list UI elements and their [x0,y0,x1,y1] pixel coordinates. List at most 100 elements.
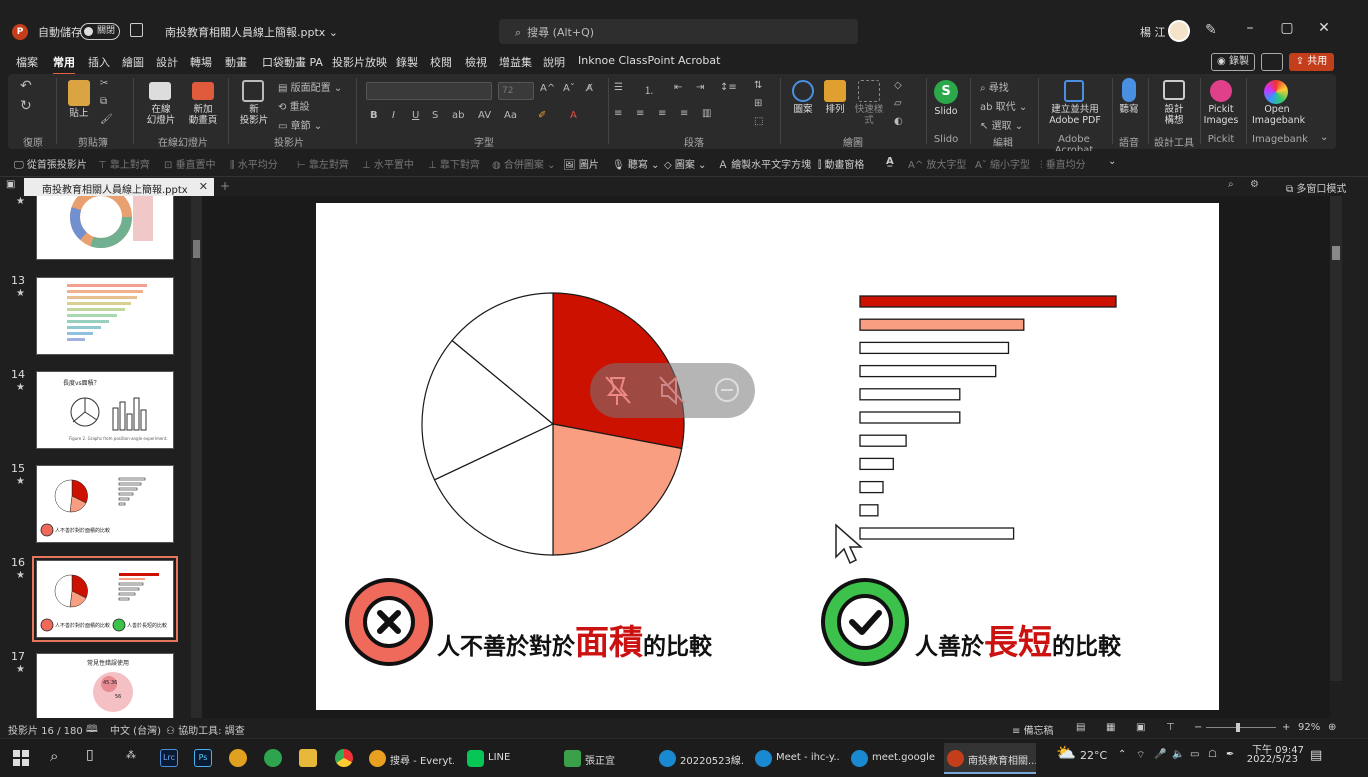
tab-record[interactable]: 錄製 [396,54,418,70]
taskbar-everything[interactable]: 搜尋 - Everyt... [366,743,454,774]
tray-expand-icon[interactable]: ⌃ [1118,749,1126,760]
slido-button[interactable]: Slido [930,106,962,117]
imagebank-icon[interactable] [1264,80,1288,104]
zoom-slider[interactable] [1206,727,1276,728]
cut-icon[interactable]: ✂ [100,78,108,89]
smartart-icon[interactable]: ⬚ [754,116,763,127]
zoom-out-icon[interactable]: − [1194,722,1202,733]
change-case-icon[interactable]: Aa [504,110,517,121]
share-button[interactable]: ⇪ 共用 [1289,53,1334,71]
qat-distribute-v[interactable]: ⫶ 垂直均分 [1040,156,1086,171]
qat-grow-font[interactable]: A^ 放大字型 [908,156,966,171]
tab-review[interactable]: 校閱 [430,54,452,70]
strikethrough-icon[interactable]: ab [452,110,464,121]
app-icon-green[interactable] [264,749,282,767]
file-explorer-icon[interactable] [299,749,317,767]
notes-button[interactable]: ≡ 備忘稿 [1012,722,1054,737]
tab-classpoint[interactable]: Inknoe ClassPoint [578,54,675,67]
bar[interactable] [859,341,1010,355]
justify-icon[interactable]: ≡ [680,108,688,119]
qat-from-start[interactable]: 🖵 從首張投影片 [14,156,87,171]
line-spacing-icon[interactable]: ↕≡ [720,82,737,93]
zoom-slider-thumb[interactable] [1236,723,1240,732]
pen-icon[interactable]: ✎ [1205,22,1217,38]
tab-slideshow[interactable]: 投影片放映 [332,54,387,70]
ime-mode-icon[interactable]: ⌔ [1136,749,1145,762]
powerpoint-app-icon[interactable]: P [12,24,28,40]
shapes-button[interactable]: 圖案 [788,104,818,115]
section-button[interactable]: ▭ 章節 ⌄ [278,117,322,132]
qat-shapes[interactable]: ◇ 圖案 ⌄ [664,156,706,171]
thumbnail-scrollbar[interactable] [191,196,202,718]
thumbnail-slide-12[interactable] [36,196,174,260]
dictate-button[interactable]: 聽寫 [1114,104,1144,115]
online-slide-icon[interactable] [149,82,171,100]
shape-effects-icon[interactable]: ◐ [894,116,903,127]
normal-view-icon[interactable]: ▤ [1076,722,1085,733]
bar[interactable] [859,364,997,378]
new-tab-icon[interactable]: + [220,179,230,193]
network-icon[interactable]: ☖ [1208,749,1217,760]
thumbnail-slide-14[interactable]: 長度vs面積？ Figure 2. Graphs from position-a… [36,371,174,449]
slideshow-view-icon[interactable]: ⊤ [1166,722,1175,733]
bar[interactable] [859,434,907,447]
align-center-icon[interactable]: ≡ [636,108,644,119]
paste-icon[interactable] [68,80,90,106]
arrange-button[interactable]: 排列 [820,104,850,115]
taskbar-edge-2[interactable]: Meet - ihc-y... [752,743,840,774]
battery-icon[interactable]: ▭ [1190,749,1199,760]
app-icon-orange[interactable] [229,749,247,767]
undo-icon[interactable]: ↶ [20,78,32,94]
tab-help[interactable]: 說明 [543,54,565,70]
maximize-icon[interactable]: ▢ [1272,20,1302,36]
clock-date[interactable]: 2022/5/23 [1246,754,1298,765]
bar[interactable] [859,527,1015,540]
designer-icon[interactable] [1163,80,1185,100]
text-direction-icon[interactable]: ⇅ [754,80,762,91]
remove-circle-icon[interactable] [715,378,739,402]
accessibility-status[interactable]: ⚇ 協助工具: 調查 [166,722,245,737]
bar[interactable] [859,388,961,401]
tab-file[interactable]: 檔案 [16,54,38,70]
thumbnail-slide-17[interactable]: 常見性錯誤使用 45.36 56 [36,653,174,718]
copy-icon[interactable]: ⧉ [100,96,107,107]
increase-indent-icon[interactable]: ⇥ [696,82,704,93]
tab-transitions[interactable]: 轉場 [190,54,212,70]
language-indicator[interactable]: 中文 (台灣) [110,722,161,737]
search-box[interactable]: ⌕ 搜尋 (Alt+Q) [499,19,858,44]
taskbar-contact[interactable]: 張正宜 [561,743,649,774]
bar[interactable] [859,457,894,471]
taskbar-search-icon[interactable]: ⌕ [50,747,58,765]
save-icon[interactable] [130,23,143,37]
doc-menu-icon[interactable]: ▣ [6,179,15,190]
redo-icon[interactable]: ↻ [20,98,32,114]
qat-align-middle[interactable]: ⊡ 垂直置中 [164,156,216,171]
shadow-icon[interactable]: S [432,110,438,121]
taskbar-edge-3[interactable]: meet.google... [848,743,936,774]
tab-insert[interactable]: 插入 [88,54,110,70]
pickit-icon[interactable] [1210,80,1232,102]
qat-text-box[interactable]: Ａ 繪製水平文字方塊 [718,156,811,171]
autosave-toggle[interactable]: 關閉 [80,23,120,40]
shape-fill-icon[interactable]: ◇ [894,80,902,91]
photoshop-icon[interactable]: Ps [194,749,212,767]
font-color-icon[interactable]: A [570,110,577,121]
notification-icon[interactable]: ▤ [1310,748,1322,763]
pin-off-icon[interactable] [605,376,631,405]
new-animation-icon[interactable] [192,82,214,100]
current-slide[interactable]: 人不善於對於面積的比較 人善於長短的比較 [316,203,1219,710]
reading-view-icon[interactable]: ▣ [1136,722,1145,733]
taskbar-line[interactable]: LINE [464,743,552,774]
qat-animation-pane[interactable]: ⫿ 動畫窗格 [818,156,864,171]
slido-icon[interactable]: S [934,80,958,104]
bold-icon[interactable]: B [370,110,378,121]
decrease-indent-icon[interactable]: ⇤ [674,82,682,93]
qat-align-bottom[interactable]: ⊥ 靠下對齊 [428,156,480,171]
reset-button[interactable]: ⟲ 重設 [278,98,310,113]
chrome-icon[interactable] [335,749,353,767]
spelling-icon[interactable]: 🕮 [86,722,98,739]
taskbar-edge-1[interactable]: 20220523線... [656,743,744,774]
pen-tray-icon[interactable]: ✒ [1226,749,1234,760]
mute-icon[interactable] [659,375,685,406]
highlight-icon[interactable]: ✐ [538,110,546,121]
